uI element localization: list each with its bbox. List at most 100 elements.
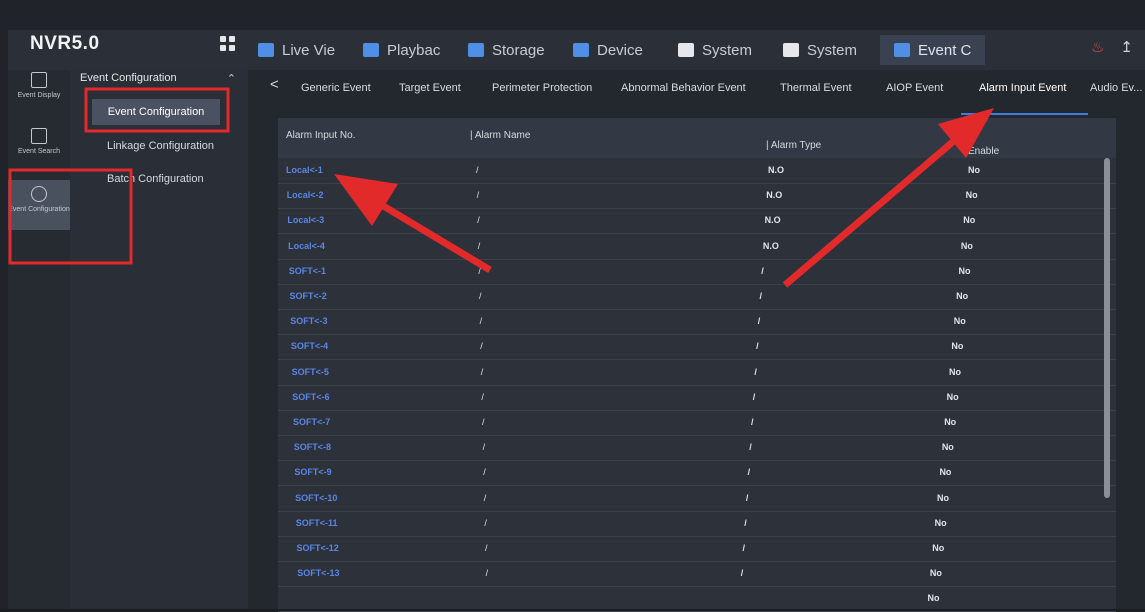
alarm-type-cell[interactable]: / (748, 467, 751, 477)
app-grid-icon[interactable] (220, 36, 236, 52)
tab-abnormal-behavior-event[interactable]: Abnormal Behavior Event (621, 82, 746, 94)
alarm-bell-icon[interactable]: ♨ (1091, 38, 1104, 56)
table-row[interactable]: SOFT<-3 / / No (278, 309, 1116, 336)
alarm-input-no-cell[interactable]: SOFT<-11 (296, 518, 338, 528)
alarm-type-cell[interactable]: / (753, 392, 756, 402)
table-row[interactable]: SOFT<-13 / / No (278, 561, 1116, 588)
alarm-input-no-cell[interactable]: SOFT<-4 (291, 341, 328, 351)
tab-device[interactable]: Device (573, 35, 643, 65)
enable-cell[interactable]: No (935, 518, 947, 528)
submenu-item-linkage-configuration[interactable]: Linkage Configuration (107, 140, 214, 152)
alarm-type-cell[interactable]: / (761, 266, 764, 276)
tab-generic-event[interactable]: Generic Event (301, 82, 371, 94)
enable-cell[interactable]: No (968, 165, 980, 175)
alarm-type-cell[interactable]: / (751, 417, 754, 427)
alarm-type-cell[interactable]: / (760, 291, 763, 301)
tab-storage[interactable]: Storage (468, 35, 545, 65)
alarm-type-cell[interactable]: N.O (763, 241, 779, 251)
alarm-type-cell[interactable]: N.O (768, 165, 784, 175)
tab-alarm-input-event[interactable]: Alarm Input Event (979, 82, 1066, 94)
enable-cell[interactable]: No (956, 291, 968, 301)
table-row[interactable]: SOFT<-5 / / No (278, 360, 1116, 386)
alarm-input-no-cell[interactable]: SOFT<-12 (297, 543, 339, 553)
alarm-name-cell[interactable]: / (481, 367, 484, 377)
alarm-input-no-cell[interactable]: SOFT<-13 (297, 568, 339, 578)
rail-item-event-search[interactable]: Event Search (8, 128, 70, 168)
alarm-input-no-cell[interactable]: SOFT<-8 (294, 442, 331, 452)
alarm-name-cell[interactable]: / (477, 190, 480, 200)
tab-system-tools[interactable]: System (678, 35, 752, 65)
table-row[interactable]: SOFT<-2 / / No (278, 284, 1116, 310)
submenu-item-event-configuration[interactable]: Event Configuration (92, 99, 220, 125)
alarm-input-no-cell[interactable]: SOFT<-3 (290, 316, 327, 326)
tab-perimeter-protection[interactable]: Perimeter Protection (492, 82, 592, 94)
alarm-name-cell[interactable]: / (477, 215, 480, 225)
alarm-input-no-cell[interactable]: SOFT<-9 (294, 467, 331, 477)
column-header-enable[interactable]: Enable (968, 146, 999, 157)
column-header-alarm-input-no[interactable]: Alarm Input No. (286, 130, 355, 141)
enable-cell[interactable]: No (949, 367, 961, 377)
alarm-input-no-cell[interactable]: Local<-1 (286, 165, 323, 175)
table-row[interactable]: SOFT<-12 / / No (278, 536, 1116, 562)
tab-target-event[interactable]: Target Event (399, 82, 461, 94)
alarm-name-cell[interactable]: / (485, 543, 488, 553)
alarm-name-cell[interactable]: / (478, 241, 481, 251)
tab-live-view[interactable]: Live Vie (258, 35, 335, 65)
alarm-type-cell[interactable]: N.O (766, 190, 782, 200)
alarm-input-no-cell[interactable]: SOFT<-6 (292, 392, 329, 402)
alarm-type-cell[interactable]: / (744, 518, 747, 528)
alarm-name-cell[interactable]: / (478, 266, 481, 276)
submenu-item-batch-configuration[interactable]: Batch Configuration (107, 173, 204, 185)
table-row[interactable]: SOFT<-11 / / No (278, 511, 1116, 537)
enable-cell[interactable]: No (930, 568, 942, 578)
alarm-name-cell[interactable]: / (486, 568, 489, 578)
enable-cell[interactable]: No (966, 190, 978, 200)
enable-cell[interactable]: No (942, 442, 954, 452)
tab-playback[interactable]: Playbac (363, 35, 440, 65)
tab-system-config[interactable]: System (783, 35, 857, 65)
alarm-type-cell[interactable]: / (749, 442, 752, 452)
enable-cell[interactable]: No (963, 215, 975, 225)
table-row[interactable]: Local<-2 / N.O No (278, 183, 1116, 210)
tab-audio-event[interactable]: Audio Ev... (1090, 82, 1142, 94)
alarm-type-cell[interactable]: / (754, 367, 757, 377)
alarm-name-cell[interactable]: / (476, 165, 479, 175)
table-row[interactable]: No (278, 586, 1116, 612)
table-row[interactable]: SOFT<-10 / / No (278, 486, 1116, 512)
alarm-name-cell[interactable]: / (482, 417, 485, 427)
alarm-input-no-cell[interactable]: SOFT<-1 (289, 266, 326, 276)
alarm-type-cell[interactable]: / (741, 568, 744, 578)
alarm-name-cell[interactable]: / (480, 316, 483, 326)
alarm-type-cell[interactable]: N.O (765, 215, 781, 225)
enable-cell[interactable]: No (944, 417, 956, 427)
table-row[interactable]: SOFT<-9 / / No (278, 460, 1116, 487)
back-chevron-icon[interactable]: < (270, 76, 279, 93)
alarm-input-no-cell[interactable]: SOFT<-5 (292, 367, 329, 377)
alarm-name-cell[interactable]: / (484, 493, 487, 503)
rail-item-event-configuration[interactable]: Event Configuration (8, 180, 70, 230)
enable-cell[interactable]: No (951, 341, 963, 351)
column-header-alarm-name[interactable]: | Alarm Name (470, 130, 530, 141)
table-row[interactable]: Local<-3 / N.O No (278, 208, 1116, 235)
alarm-name-cell[interactable]: / (480, 341, 483, 351)
alarm-name-cell[interactable]: / (483, 442, 486, 452)
table-row[interactable]: Local<-1 / N.O No (278, 158, 1116, 184)
alarm-name-cell[interactable]: / (483, 467, 486, 477)
enable-cell[interactable]: No (961, 241, 973, 251)
alarm-name-cell[interactable]: / (481, 392, 484, 402)
alarm-type-cell[interactable]: / (756, 341, 759, 351)
alarm-type-cell[interactable]: / (758, 316, 761, 326)
tab-thermal-event[interactable]: Thermal Event (780, 82, 852, 94)
alarm-input-no-cell[interactable]: Local<-3 (287, 215, 324, 225)
table-row[interactable]: SOFT<-8 / / No (278, 435, 1116, 462)
tab-event-config[interactable]: Event C (880, 35, 986, 65)
enable-cell[interactable]: No (958, 266, 970, 276)
table-row[interactable]: SOFT<-4 / / No (278, 334, 1116, 361)
alarm-input-no-cell[interactable]: SOFT<-10 (295, 493, 337, 503)
alarm-name-cell[interactable]: / (479, 291, 482, 301)
enable-cell[interactable]: No (954, 316, 966, 326)
upload-icon[interactable]: ↥ (1120, 38, 1133, 56)
enable-cell[interactable]: No (928, 593, 940, 603)
enable-cell[interactable]: No (937, 493, 949, 503)
enable-cell[interactable]: No (939, 467, 951, 477)
